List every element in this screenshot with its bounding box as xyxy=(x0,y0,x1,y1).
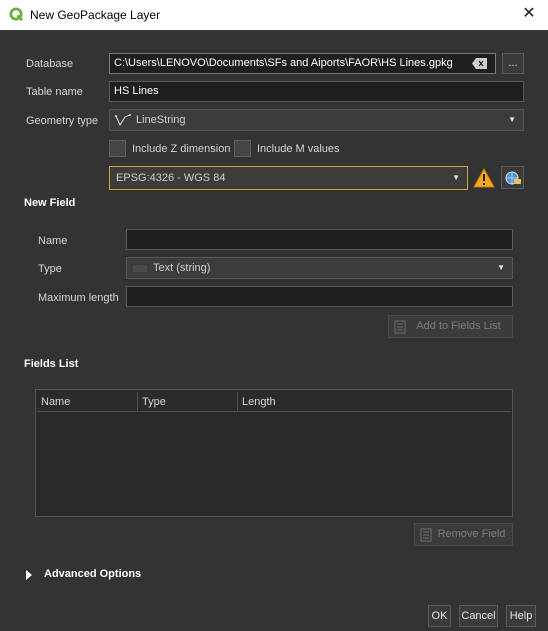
remove-field-label: Remove Field xyxy=(437,528,506,540)
advanced-options-label: Advanced Options xyxy=(44,568,142,580)
ok-button[interactable]: OK xyxy=(428,605,451,627)
geometry-type-select[interactable]: LineString ▼ xyxy=(109,109,524,131)
select-crs-button[interactable] xyxy=(501,166,524,189)
new-field-heading: New Field xyxy=(24,197,76,209)
expand-arrow-icon xyxy=(26,570,32,580)
chevron-down-icon: ▼ xyxy=(497,263,505,272)
geometry-type-value: LineString xyxy=(136,114,186,126)
globe-crs-icon xyxy=(505,171,521,185)
database-path-value: C:\Users\LENOVO\Documents\SFs and Aiport… xyxy=(114,57,453,69)
warning-icon xyxy=(473,167,495,188)
table-name-label: Table name xyxy=(26,86,83,98)
column-header-name[interactable]: Name xyxy=(37,392,138,412)
table-name-value: HS Lines xyxy=(114,85,159,97)
field-type-value: Text (string) xyxy=(153,262,211,274)
geometry-type-label: Geometry type xyxy=(26,115,99,127)
field-name-input[interactable] xyxy=(126,229,513,250)
help-button[interactable]: Help xyxy=(506,605,536,627)
fields-list-table[interactable]: Name Type Length xyxy=(35,389,513,517)
field-type-select[interactable]: Text (string) ▼ xyxy=(126,257,513,279)
chevron-down-icon: ▼ xyxy=(452,173,460,182)
add-to-fields-list-button[interactable]: Add to Fields List xyxy=(388,315,513,338)
close-icon[interactable]: ✕ xyxy=(519,4,539,24)
include-m-label: Include M values xyxy=(257,143,340,155)
chevron-down-icon: ▼ xyxy=(508,115,516,124)
add-to-fields-list-label: Add to Fields List xyxy=(416,320,501,332)
cancel-button[interactable]: Cancel xyxy=(459,605,498,627)
remove-field-icon xyxy=(420,528,432,542)
database-path-field[interactable]: C:\Users\LENOVO\Documents\SFs and Aiport… xyxy=(109,53,496,74)
table-name-field[interactable]: HS Lines xyxy=(109,81,524,102)
include-z-checkbox[interactable] xyxy=(109,140,126,157)
crs-value: EPSG:4326 - WGS 84 xyxy=(116,172,226,184)
add-field-icon xyxy=(394,320,406,334)
browse-button[interactable]: ... xyxy=(502,53,524,74)
include-z-label: Include Z dimension xyxy=(132,143,231,155)
fields-list-heading: Fields List xyxy=(24,358,79,370)
include-m-checkbox[interactable] xyxy=(234,140,251,157)
field-type-label: Type xyxy=(38,263,62,275)
column-header-type[interactable]: Type xyxy=(138,392,238,412)
window-title: New GeoPackage Layer xyxy=(30,8,161,22)
max-length-input[interactable] xyxy=(126,286,513,307)
column-header-length[interactable]: Length xyxy=(238,392,511,412)
database-label: Database xyxy=(26,58,74,70)
title-bar: New GeoPackage Layer ✕ xyxy=(0,0,548,30)
field-name-label: Name xyxy=(38,235,68,247)
max-length-label: Maximum length xyxy=(38,292,119,304)
table-header: Name Type Length xyxy=(37,392,511,412)
linestring-icon xyxy=(115,114,131,126)
text-type-icon xyxy=(133,265,147,272)
remove-field-button[interactable]: Remove Field xyxy=(414,523,513,546)
qgis-logo-icon xyxy=(9,7,24,22)
clear-icon[interactable] xyxy=(472,58,487,69)
crs-select[interactable]: EPSG:4326 - WGS 84 ▼ xyxy=(109,166,468,190)
